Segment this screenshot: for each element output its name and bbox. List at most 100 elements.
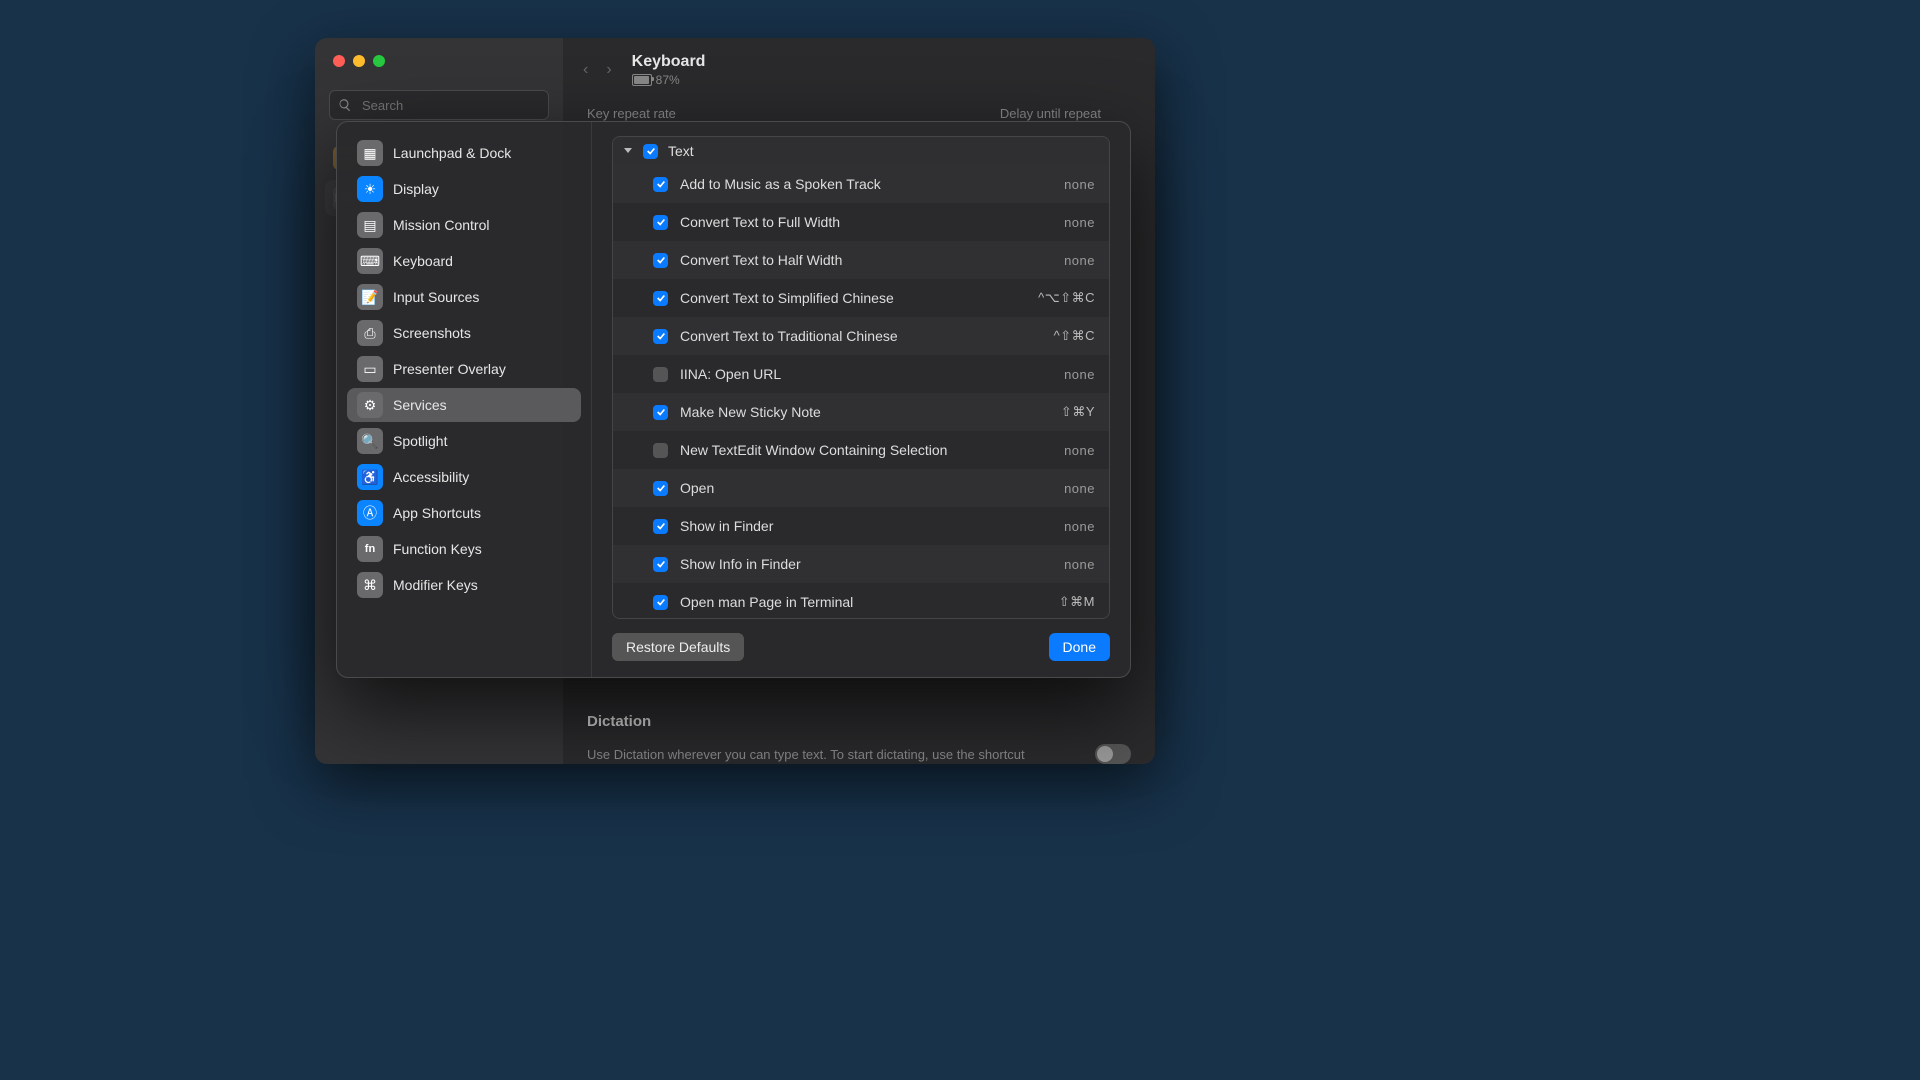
category-label: Function Keys [393, 541, 482, 557]
category-label: Launchpad & Dock [393, 145, 511, 161]
category-item[interactable]: ▭Presenter Overlay [347, 352, 581, 386]
row-checkbox[interactable] [653, 443, 668, 458]
shortcut-row[interactable]: Add to Music as a Spoken Track none [613, 165, 1109, 203]
back-button[interactable]: ‹ [583, 61, 588, 79]
minimize-button[interactable] [353, 55, 365, 67]
category-label: Mission Control [393, 217, 489, 233]
row-shortcut[interactable]: none [1064, 367, 1095, 382]
row-shortcut[interactable]: none [1064, 253, 1095, 268]
search-input[interactable] [360, 97, 540, 114]
row-shortcut[interactable]: ^⌥⇧⌘C [1038, 290, 1095, 306]
shortcut-row[interactable]: IINA: Open URL none [613, 355, 1109, 393]
row-shortcut[interactable]: none [1064, 557, 1095, 572]
shortcut-row[interactable]: Show in Findernone [613, 507, 1109, 545]
category-item[interactable]: 📝 Input Sources [347, 280, 581, 314]
mod-icon: ⌘ [357, 572, 383, 598]
ss-icon: ⎙ [357, 320, 383, 346]
page-title: Keyboard [632, 53, 706, 71]
zoom-button[interactable] [373, 55, 385, 67]
category-label: Services [393, 397, 447, 413]
category-label: Input Sources [393, 289, 479, 305]
row-shortcut[interactable]: ⇧⌘M [1059, 594, 1095, 610]
row-checkbox[interactable] [653, 367, 668, 382]
row-label: Convert Text to Traditional Chinese [680, 328, 1042, 345]
shortcut-row[interactable]: Open man Page in Terminal⇧⌘M [613, 583, 1109, 619]
close-button[interactable] [333, 55, 345, 67]
po-icon: ▭ [357, 356, 383, 382]
sun-icon: ☀ [357, 176, 383, 202]
row-checkbox[interactable] [653, 253, 668, 268]
acc-icon: ♿ [357, 464, 383, 490]
category-label: Keyboard [393, 253, 453, 269]
shortcut-row[interactable]: New TextEdit Window Containing Selection… [613, 431, 1109, 469]
row-checkbox[interactable] [653, 177, 668, 192]
grid-icon: ▦ [357, 140, 383, 166]
category-item[interactable]: ▤Mission Control [347, 208, 581, 242]
panel-sidebar: ▦ Launchpad & Dock ☀Display▤Mission Contro… [337, 122, 591, 677]
row-label: Open [680, 480, 1052, 497]
row-shortcut[interactable]: none [1064, 519, 1095, 534]
category-item[interactable]: ▦ Launchpad & Dock [347, 136, 581, 170]
search-field[interactable] [329, 90, 549, 120]
category-item[interactable]: ⌘ Modifier Keys [347, 568, 581, 602]
shortcut-row[interactable]: Open none [613, 469, 1109, 507]
category-item[interactable]: Ⓐ App Shortcuts [347, 496, 581, 530]
category-item[interactable]: ⌨ Keyboard [347, 244, 581, 278]
kb-icon: ⌨ [357, 248, 383, 274]
category-item[interactable]: 🔍 Spotlight [347, 424, 581, 458]
forward-button[interactable]: › [606, 61, 611, 79]
row-checkbox[interactable] [653, 329, 668, 344]
input-icon: 📝 [357, 284, 383, 310]
category-item[interactable]: ⎙ Screenshots [347, 316, 581, 350]
app-icon: Ⓐ [357, 500, 383, 526]
chevron-down-icon [623, 146, 633, 156]
dictation-toggle[interactable] [1095, 744, 1131, 764]
group-header-row[interactable]: Text [613, 137, 1109, 165]
row-label: Add to Music as a Spoken Track [680, 176, 1052, 193]
row-shortcut[interactable]: ⇧⌘Y [1061, 404, 1095, 420]
category-item[interactable]: ☀Display [347, 172, 581, 206]
row-checkbox[interactable] [653, 557, 668, 572]
slider-labels: Key repeat rate Delay until repeat [563, 102, 1155, 121]
fn-icon: fn [357, 536, 383, 562]
row-shortcut[interactable]: none [1064, 443, 1095, 458]
group-checkbox[interactable] [643, 144, 658, 159]
row-checkbox[interactable] [653, 481, 668, 496]
row-checkbox[interactable] [653, 519, 668, 534]
category-label: App Shortcuts [393, 505, 481, 521]
row-checkbox[interactable] [653, 215, 668, 230]
category-label: Spotlight [393, 433, 447, 449]
category-label: Screenshots [393, 325, 471, 341]
dictation-row: Use Dictation wherever you can type text… [563, 736, 1155, 764]
battery-icon [632, 74, 652, 86]
row-checkbox[interactable] [653, 405, 668, 420]
row-shortcut[interactable]: none [1064, 215, 1095, 230]
row-shortcut[interactable]: ^⇧⌘C [1054, 328, 1095, 344]
row-label: Convert Text to Half Width [680, 252, 1052, 269]
row-shortcut[interactable]: none [1064, 177, 1095, 192]
category-item[interactable]: ♿Accessibility [347, 460, 581, 494]
row-label: IINA: Open URL [680, 366, 1052, 383]
row-label: Convert Text to Full Width [680, 214, 1052, 231]
shortcut-row[interactable]: Show Info in Findernone [613, 545, 1109, 583]
shortcut-row[interactable]: Convert Text to Simplified Chinese^⌥⇧⌘C [613, 279, 1109, 317]
done-button[interactable]: Done [1049, 633, 1110, 661]
shortcut-row[interactable]: Make New Sticky Note⇧⌘Y [613, 393, 1109, 431]
category-item[interactable]: fn Function Keys [347, 532, 581, 566]
row-label: New TextEdit Window Containing Selection [680, 442, 1052, 459]
category-label: Modifier Keys [393, 577, 478, 593]
row-shortcut[interactable]: none [1064, 481, 1095, 496]
row-checkbox[interactable] [653, 595, 668, 610]
dictation-heading: Dictation [563, 689, 1155, 736]
shortcuts-list: TextAdd to Music as a Spoken TracknoneCo… [612, 136, 1110, 619]
spot-icon: 🔍 [357, 428, 383, 454]
category-item[interactable]: ⚙ Services [347, 388, 581, 422]
shortcut-row[interactable]: Convert Text to Full Width none [613, 203, 1109, 241]
row-checkbox[interactable] [653, 291, 668, 306]
shortcut-row[interactable]: Convert Text to Traditional Chinese ^⇧⌘C [613, 317, 1109, 355]
restore-defaults-button[interactable]: Restore Defaults [612, 633, 744, 661]
shortcut-row[interactable]: Convert Text to Half Width none [613, 241, 1109, 279]
svc-icon: ⚙ [357, 392, 383, 418]
panel-main: TextAdd to Music as a Spoken TracknoneCo… [591, 122, 1130, 677]
traffic-lights [315, 38, 563, 84]
